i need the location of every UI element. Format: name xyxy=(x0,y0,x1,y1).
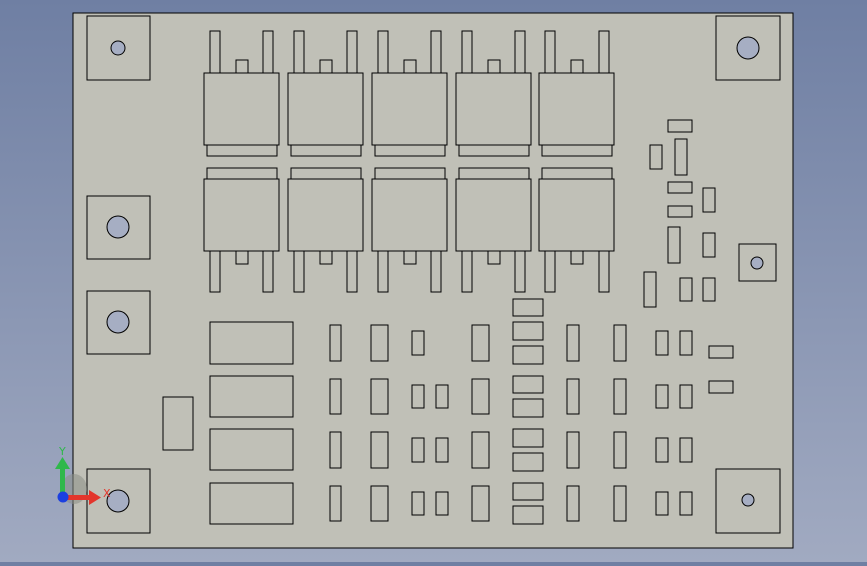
z-axis-dot xyxy=(57,491,69,503)
pcb-board[interactable] xyxy=(72,12,794,549)
x-axis-label: X xyxy=(103,487,111,500)
y-axis-label: Y xyxy=(58,445,66,458)
pcb-top-view: Y X xyxy=(55,12,794,549)
cad-viewport[interactable]: Y X xyxy=(0,0,867,562)
y-axis-arrowhead xyxy=(55,457,70,469)
